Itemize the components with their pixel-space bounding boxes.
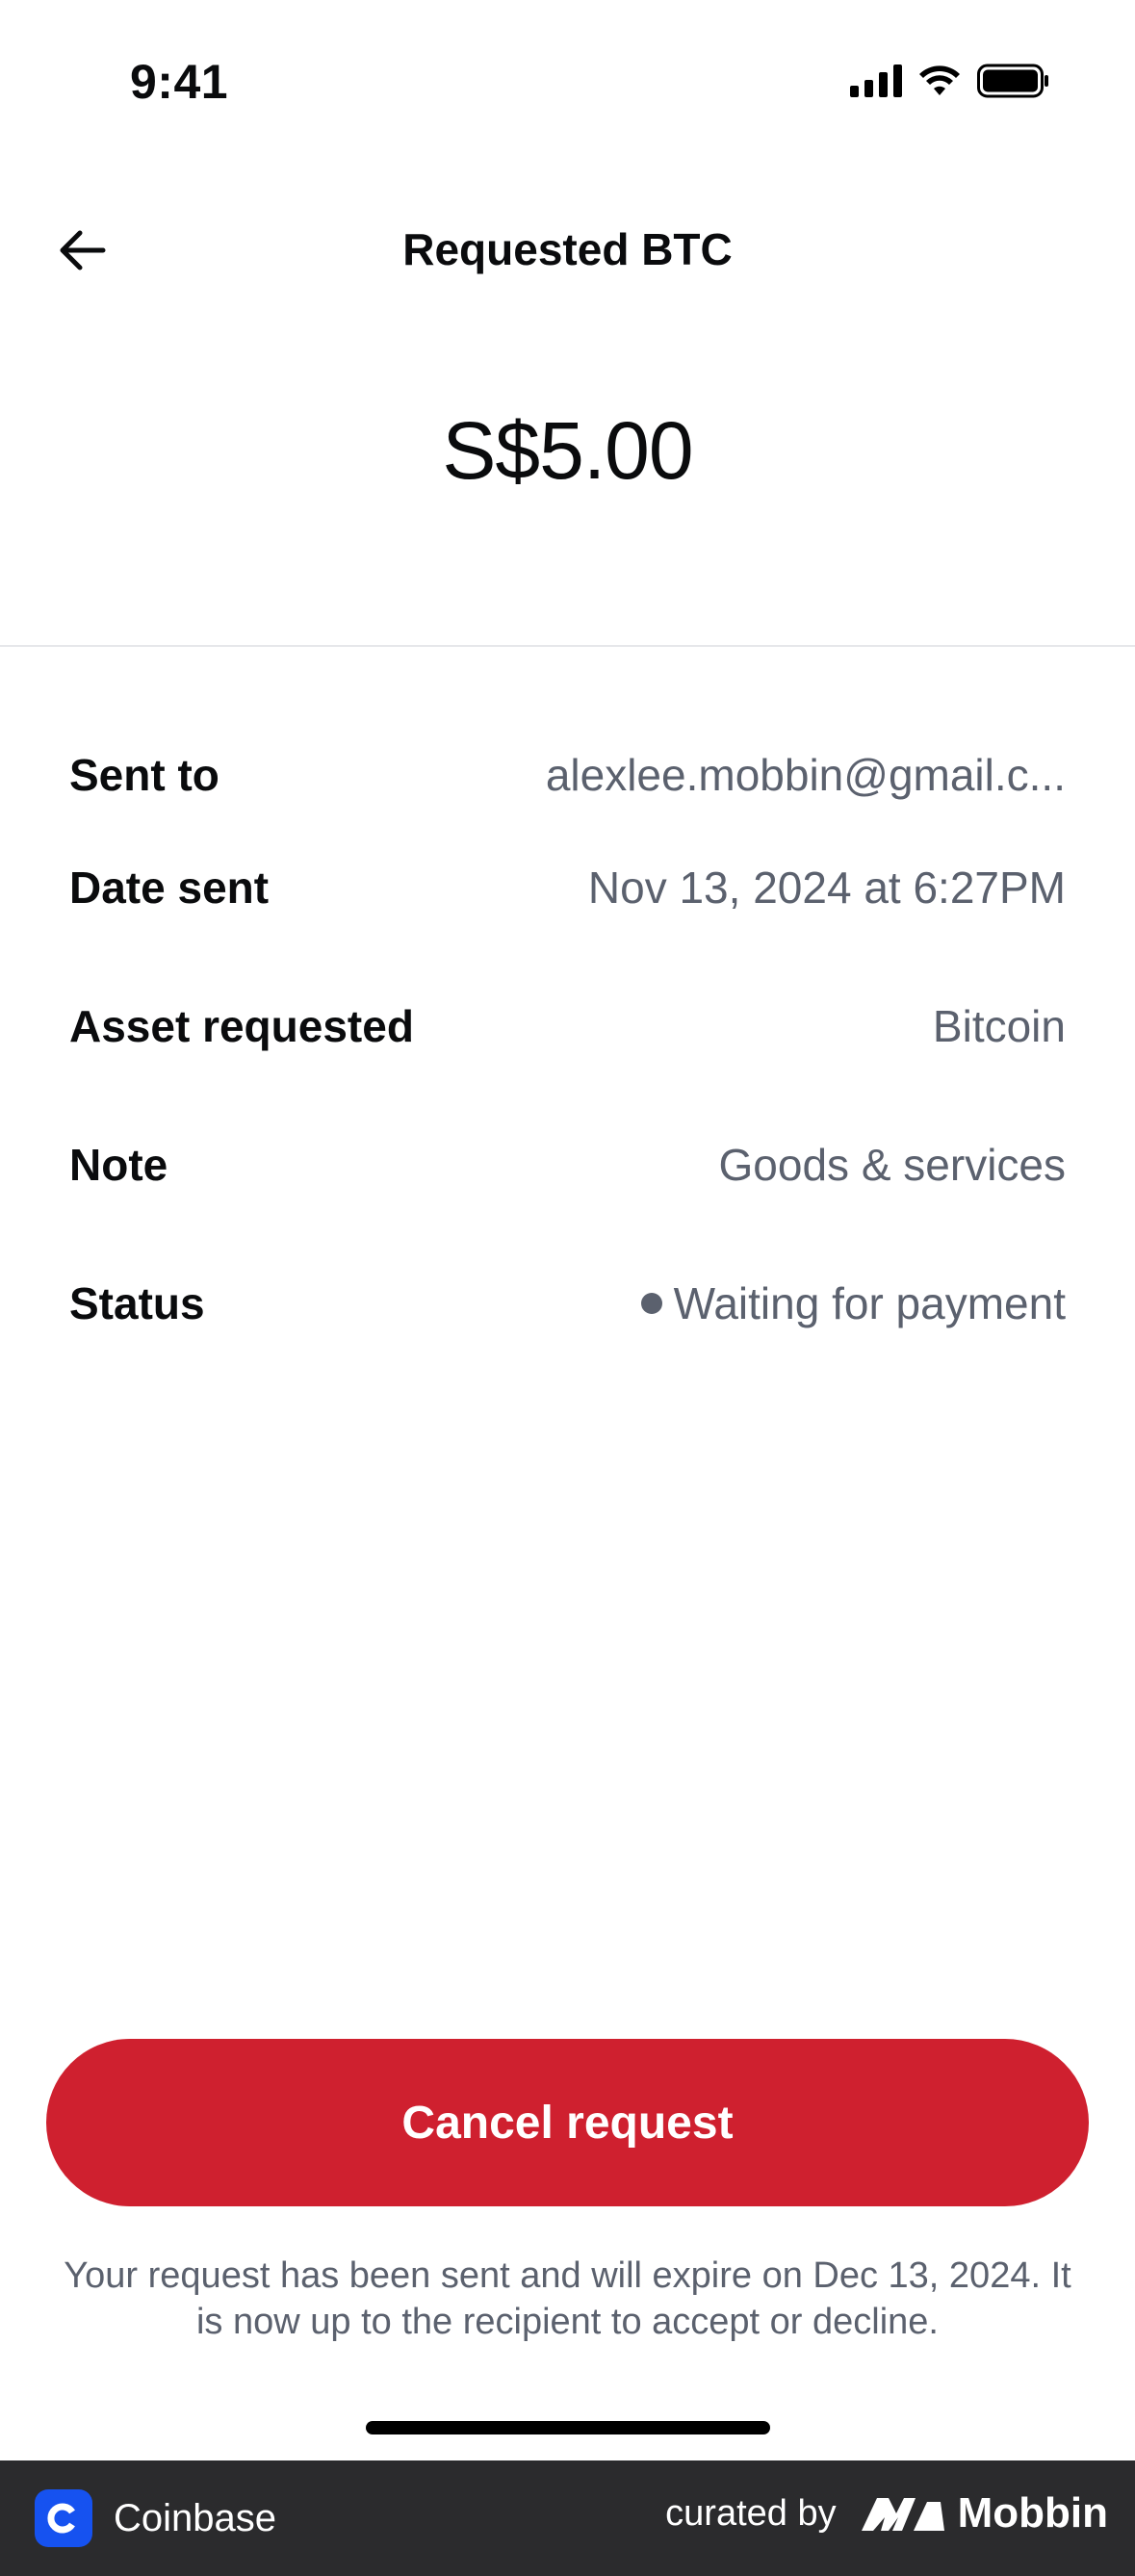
detail-label: Status — [69, 1278, 205, 1328]
detail-label: Asset requested — [69, 1001, 414, 1051]
status-bar: 9:41 — [0, 0, 1135, 168]
mobbin-logo-icon — [861, 2498, 944, 2531]
request-amount: S$5.00 — [442, 405, 693, 496]
detail-row-note: Note Goods & services — [69, 1095, 1066, 1234]
header: Requested BTC — [0, 193, 1135, 308]
detail-label: Sent to — [69, 750, 219, 800]
wifi-icon — [917, 64, 962, 97]
battery-icon — [977, 64, 1050, 98]
divider — [0, 645, 1135, 647]
brand-curator: curated by Mobbin — [665, 2489, 1108, 2537]
home-indicator — [366, 2421, 770, 2434]
status-icons — [850, 64, 1050, 98]
status-text: Waiting for payment — [673, 1278, 1066, 1328]
request-details: Sent to alexlee.mobbin@gmail.c... Date s… — [69, 732, 1066, 1373]
status-badge: Waiting for payment — [640, 1277, 1066, 1329]
cancel-request-button[interactable]: Cancel request — [46, 2039, 1089, 2206]
coinbase-logo-icon — [35, 2489, 92, 2547]
detail-value: Nov 13, 2024 at 6:27PM — [587, 863, 1066, 913]
detail-value: Goods & services — [718, 1140, 1066, 1190]
detail-label: Date sent — [69, 863, 270, 913]
app-name: Coinbase — [114, 2496, 277, 2539]
curator-name: Mobbin — [957, 2489, 1108, 2537]
detail-value: alexlee.mobbin@gmail.c... — [545, 750, 1066, 800]
detail-row-asset-requested: Asset requested Bitcoin — [69, 957, 1066, 1095]
brand-app: Coinbase — [35, 2489, 276, 2547]
screen: 9:41 Requested BTC S$5.00 Sent to alexle… — [0, 0, 1135, 2576]
detail-row-sent-to: Sent to alexlee.mobbin@gmail.c... — [69, 732, 1066, 818]
detail-row-date-sent: Date sent Nov 13, 2024 at 6:27PM — [69, 818, 1066, 957]
status-time: 9:41 — [130, 55, 229, 109]
expiry-notice: Your request has been sent and will expi… — [64, 2255, 1071, 2342]
brand-bar: Coinbase curated by Mobbin — [0, 2460, 1135, 2576]
detail-value: Bitcoin — [932, 1001, 1066, 1051]
status-dot-icon — [640, 1293, 662, 1314]
mobbin-logo: Mobbin — [860, 2489, 1108, 2537]
detail-label: Note — [69, 1140, 168, 1190]
page-title: Requested BTC — [402, 224, 733, 274]
curated-by-label: curated by — [665, 2492, 837, 2534]
detail-row-status: Status Waiting for payment — [69, 1234, 1066, 1373]
cellular-signal-icon — [850, 64, 902, 97]
